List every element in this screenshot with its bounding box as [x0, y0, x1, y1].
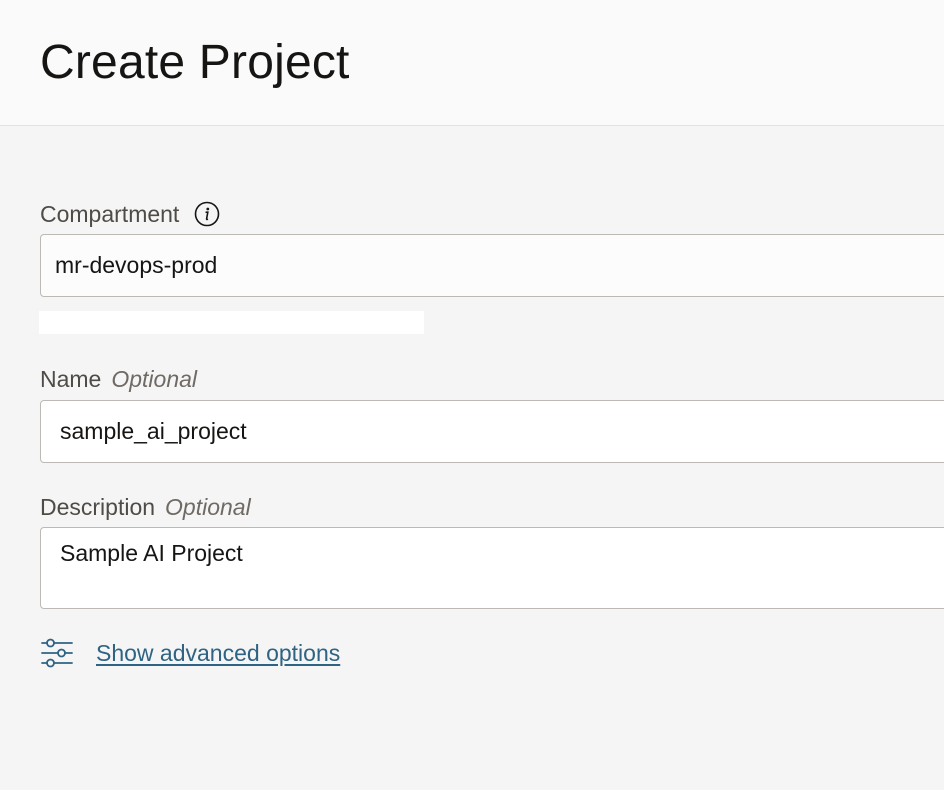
page-title: Create Project	[40, 36, 350, 89]
description-label: Description	[40, 493, 156, 520]
sliders-icon	[40, 636, 74, 670]
info-icon[interactable]	[194, 201, 220, 227]
compartment-label: Compartment	[40, 200, 180, 227]
name-label: Name	[40, 365, 102, 392]
show-advanced-options-link[interactable]: Show advanced options	[96, 640, 340, 667]
name-input[interactable]: sample_ai_project	[40, 400, 944, 463]
description-value: Sample AI Project	[60, 540, 243, 566]
compartment-label-row: Compartment	[40, 199, 220, 229]
compartment-value: mr-devops-prod	[55, 252, 218, 278]
description-optional-hint: Optional	[165, 493, 251, 520]
name-label-row: Name Optional	[40, 364, 197, 394]
show-advanced-options-link-row[interactable]: Show advanced options	[40, 636, 340, 670]
description-label-row: Description Optional	[40, 492, 251, 522]
name-optional-hint: Optional	[111, 365, 198, 392]
description-textarea[interactable]: Sample AI Project	[40, 527, 944, 609]
compartment-select[interactable]: mr-devops-prod	[40, 234, 944, 297]
page-header: Create Project	[0, 0, 944, 126]
compartment-path-placeholder	[39, 311, 424, 334]
create-project-page: Create Project Compartment mr-devops-pro…	[0, 0, 944, 790]
name-value: sample_ai_project	[60, 418, 247, 444]
